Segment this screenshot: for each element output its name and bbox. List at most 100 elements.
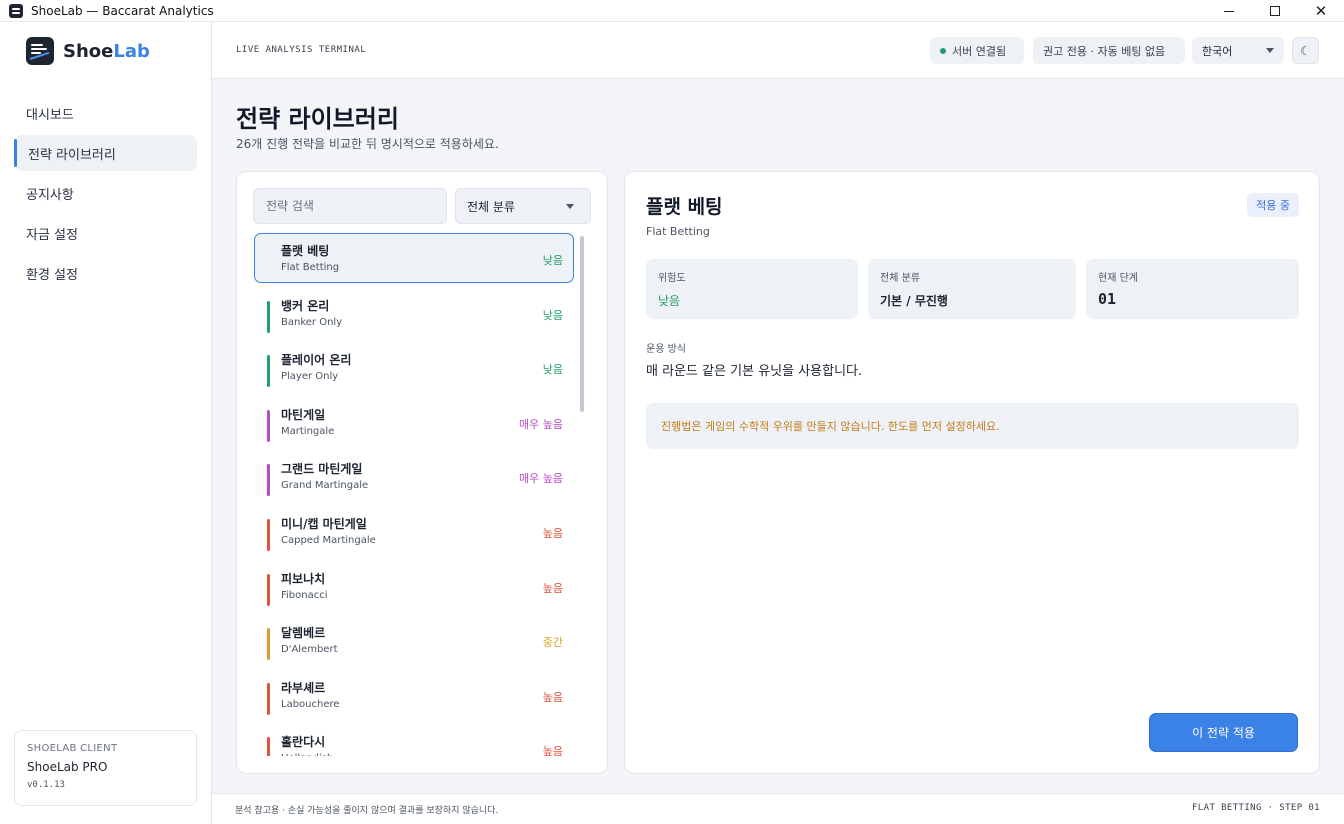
sidebar-item-label: 대시보드: [26, 107, 74, 123]
strategy-english-name: Hollandish: [281, 753, 333, 756]
strategy-english-name: Flat Betting: [281, 262, 340, 273]
brand-name: ShoeLab: [63, 40, 150, 62]
category-select[interactable]: 전체 분류: [455, 188, 591, 224]
status-dot-icon: [940, 47, 946, 54]
warning-notice: 진행법은 게임의 수학적 우위를 만들지 않습니다. 한도를 먼저 설정하세요.: [646, 403, 1299, 449]
strategy-name: 피보나치: [281, 571, 326, 586]
strategy-risk-level: 중간: [542, 636, 563, 650]
risk-indicator-bar: [267, 628, 270, 661]
sidebar-item-label: 환경 설정: [26, 267, 78, 283]
applied-badge: 적용 중: [1247, 193, 1299, 217]
strategy-risk-level: 높음: [542, 690, 563, 704]
strategy-name: 마틴게일: [281, 407, 326, 422]
category-value: 전체 분류: [467, 199, 515, 214]
risk-indicator-bar: [267, 355, 270, 388]
strategy-list-item[interactable]: 마틴게일 Martingale 매우 높음: [254, 397, 574, 447]
strategy-risk-level: 높음: [542, 581, 563, 595]
strategy-name: 그랜드 마틴게일: [281, 462, 363, 477]
client-label: SHOELAB CLIENT: [27, 743, 118, 754]
window-title: ShoeLab — Baccarat Analytics: [31, 3, 214, 18]
close-icon: ✕: [1314, 2, 1328, 20]
strategy-list-item[interactable]: 피보나치 Fibonacci 높음: [254, 561, 574, 611]
server-status-badge: 서버 연결됨: [930, 37, 1024, 64]
strategy-list-item[interactable]: 그랜드 마틴게일 Grand Martingale 매우 높음: [254, 451, 574, 501]
language-select[interactable]: 한국어: [1192, 37, 1284, 64]
close-button[interactable]: ✕: [1298, 0, 1344, 22]
terminal-label: LIVE ANALYSIS TERMINAL: [236, 45, 367, 55]
risk-indicator-bar: [267, 682, 270, 715]
maximize-icon: [1270, 6, 1280, 16]
strategy-risk-level: 낮음: [542, 363, 563, 377]
method-text: 매 라운드 같은 기본 유닛을 사용합니다.: [646, 364, 863, 379]
strategy-list-item[interactable]: 달렘베르 D'Alembert 중간: [254, 615, 574, 665]
strategy-english-name: Capped Martingale: [281, 534, 376, 546]
client-name: ShoeLab PRO: [27, 760, 108, 774]
strategy-name: 달렘베르: [281, 626, 326, 641]
strategy-search-input[interactable]: [253, 188, 447, 224]
status-footer: 분석 참고용 · 손실 가능성을 줄이지 않으며 결과를 보장하지 않습니다. …: [212, 793, 1344, 824]
risk-indicator-bar: [267, 737, 270, 756]
moon-icon: ☾: [1300, 43, 1311, 58]
strategy-english-name: Labouchere: [281, 698, 340, 710]
sidebar-item-settings[interactable]: 환경 설정: [14, 255, 197, 291]
window-controls: ✕: [1206, 0, 1344, 22]
strategy-list-item[interactable]: 라부셰르 Labouchere 높음: [254, 670, 574, 720]
app-icon: [9, 3, 23, 18]
strategy-name: 플레이어 온리: [281, 353, 352, 368]
minimize-icon: [1224, 10, 1234, 12]
chevron-down-icon: [566, 203, 574, 209]
strategy-name: 라부셰르: [281, 680, 326, 695]
maximize-button[interactable]: [1252, 0, 1298, 22]
strategy-list-item[interactable]: 플레이어 온리 Player Only 낮음: [254, 342, 574, 392]
strategy-name: 미니/캡 마틴게일: [281, 516, 367, 531]
server-status-text: 서버 연결됨: [952, 44, 1007, 58]
strategy-list-item[interactable]: 미니/캡 마틴게일 Capped Martingale 높음: [254, 506, 574, 556]
theme-toggle-button[interactable]: ☾: [1292, 37, 1319, 64]
strategy-list-panel: 전체 분류 플랫 베팅Flat Betting낮음뱅커 온리Banker Onl…: [236, 171, 608, 774]
strategy-risk-level: 높음: [542, 526, 563, 540]
stat-label: 위험도: [658, 273, 686, 284]
method-label: 운용 방식: [646, 344, 686, 355]
top-header: LIVE ANALYSIS TERMINAL 서버 연결됨 권고 전용 · 자동…: [212, 22, 1344, 79]
advice-text: 권고 전용 · 자동 베팅 없음: [1043, 44, 1166, 58]
strategy-name: 플랫 베팅: [281, 244, 330, 258]
sidebar-item-notices[interactable]: 공지사항: [14, 175, 197, 211]
page-subtitle: 26개 진행 전략을 비교한 뒤 명시적으로 적용하세요.: [236, 137, 499, 151]
sidebar-item-label: 자금 설정: [26, 227, 78, 243]
strategy-list-item[interactable]: 플랫 베팅 Flat Betting 낮음: [254, 233, 574, 283]
sidebar-item-dashboard[interactable]: 대시보드: [14, 95, 197, 131]
stat-category: 전체 분류 기본 / 무진행: [868, 259, 1076, 319]
strategy-english-name: Player Only: [281, 371, 339, 383]
strategy-english-name: Martingale: [281, 425, 335, 437]
stat-value: 01: [1098, 290, 1117, 308]
strategy-risk-level: 낮음: [542, 254, 563, 267]
stat-risk: 위험도 낮음: [646, 259, 858, 319]
strategy-detail-panel: 플랫 베팅 Flat Betting 적용 중 위험도 낮음 전체 분류 기본 …: [624, 171, 1320, 774]
window-title-bar: ShoeLab — Baccarat Analytics ✕: [0, 0, 1344, 22]
page-title: 전략 라이브러리: [236, 105, 399, 133]
strategy-risk-level: 매우 높음: [519, 417, 563, 431]
brand[interactable]: ShoeLab: [26, 37, 150, 65]
strategy-risk-level: 낮음: [542, 308, 563, 322]
strategy-name: 홀란다시: [281, 735, 326, 750]
strategy-english-name: D'Alembert: [281, 644, 338, 656]
sidebar-item-label: 전략 라이브러리: [28, 147, 116, 163]
language-value: 한국어: [1202, 44, 1233, 58]
strategy-list-item[interactable]: 뱅커 온리 Banker Only 낮음: [254, 288, 574, 338]
stat-value: 낮음: [658, 294, 681, 308]
risk-indicator-bar: [267, 464, 270, 497]
sidebar-nav: 대시보드 전략 라이브러리 공지사항 자금 설정 환경 설정: [14, 95, 197, 295]
sidebar-item-strategy-library[interactable]: 전략 라이브러리: [14, 135, 197, 171]
risk-indicator-bar: [267, 573, 270, 606]
strategy-list: 플랫 베팅 Flat Betting 낮음 뱅커 온리 Banker Only 낮음 플레이…: [254, 233, 574, 756]
footer-status: FLAT BETTING · STEP 01: [1191, 803, 1320, 813]
warning-text: 진행법은 게임의 수학적 우위를 만들지 않습니다. 한도를 먼저 설정하세요.: [661, 420, 1000, 433]
minimize-button[interactable]: [1206, 0, 1252, 22]
strategy-english-name: Fibonacci: [281, 589, 328, 601]
strategy-english-name: Banker Only: [281, 316, 343, 328]
apply-strategy-button[interactable]: 이 전략 적용: [1149, 713, 1298, 752]
strategy-list-item[interactable]: 홀란다시 Hollandish 높음: [254, 724, 574, 756]
sidebar-item-bankroll[interactable]: 자금 설정: [14, 215, 197, 251]
stat-label: 전체 분류: [880, 273, 920, 284]
list-scrollbar[interactable]: [580, 236, 584, 412]
